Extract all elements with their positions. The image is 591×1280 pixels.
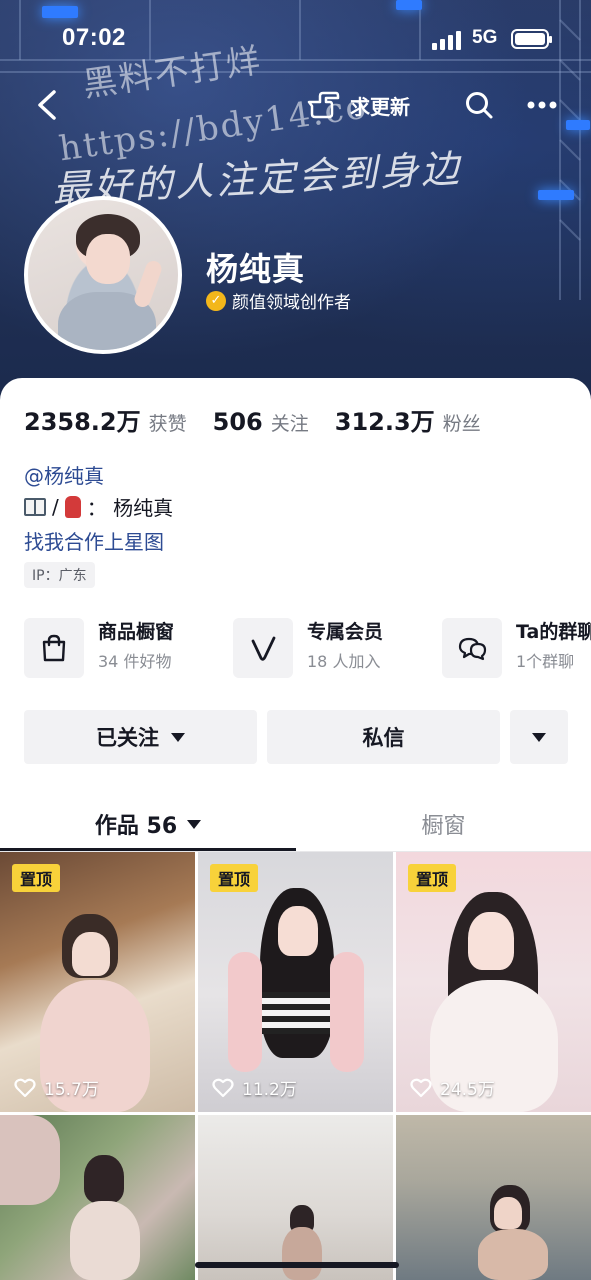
shopping-bag-icon [42, 634, 66, 662]
verified-check-icon: ✓ [206, 290, 226, 311]
pinned-badge: 置顶 [408, 864, 457, 892]
content-tabs: 作品 56 橱窗 [0, 800, 591, 852]
feature-subtitle: 18 人加入 [307, 652, 381, 671]
creator-tag[interactable]: ✓ 颜值领域创作者 [206, 288, 351, 313]
bio-business-link[interactable]: 找我合作上星图 [24, 526, 164, 555]
creator-label: 颜值领域创作者 [232, 293, 351, 313]
message-button[interactable]: 私信 [267, 710, 500, 764]
stat-value: 2358.2万 [24, 408, 141, 436]
like-count-value: 11.2万 [242, 1080, 297, 1100]
book-emoji-icon [24, 497, 46, 516]
stat-likes[interactable]: 2358.2万 获赞 [24, 402, 187, 437]
stage-light [566, 120, 590, 130]
more-options-icon[interactable] [526, 94, 558, 116]
feature-subtitle: 34 件好物 [98, 652, 172, 671]
feature-group-chat[interactable]: Ta的群聊 1个群聊 [442, 618, 591, 682]
video-thumbnail[interactable]: 置顶 15.7万 [0, 852, 195, 1112]
bio-separator: / [52, 494, 59, 519]
status-time: 07:02 [62, 24, 126, 51]
profile-name: 杨纯真 [206, 250, 306, 288]
feature-title: 商品橱窗 [98, 621, 175, 643]
heart-icon [410, 1078, 432, 1097]
like-count-value: 24.5万 [440, 1080, 495, 1100]
following-button[interactable]: 已关注 [24, 710, 257, 764]
stat-label: 粉丝 [442, 413, 481, 435]
more-actions-button[interactable] [510, 710, 568, 764]
network-type: 5G [472, 27, 498, 48]
bio-text: ： 杨纯真 [86, 496, 174, 520]
home-indicator[interactable] [195, 1262, 399, 1268]
like-count: 11.2万 [212, 1075, 297, 1100]
stat-label: 获赞 [148, 413, 187, 435]
stage-light [538, 190, 574, 200]
back-arrow-icon[interactable] [34, 88, 62, 122]
bio-line: / ： 杨纯真 [24, 492, 173, 521]
caret-down-icon [532, 732, 546, 742]
status-bar: 07:02 5G [0, 20, 591, 60]
request-update-button[interactable]: 求更新 [306, 86, 410, 124]
tab-label: 作品 56 [94, 814, 178, 839]
pinned-badge: 置顶 [210, 864, 259, 892]
pointing-hand-icon [307, 91, 340, 119]
stat-label: 关注 [270, 413, 309, 435]
ip-location-badge: IP：广东 [24, 562, 95, 588]
feature-title: Ta的群聊 [516, 621, 591, 643]
feature-title: 专属会员 [307, 621, 384, 643]
heart-icon [14, 1078, 36, 1097]
feature-entries: 商品橱窗 34 件好物 专属会员 18 人加入 Ta的群聊 1个群聊 [24, 618, 591, 682]
request-update-label: 求更新 [350, 94, 410, 119]
tab-shop-window[interactable]: 橱窗 [296, 800, 591, 848]
avatar[interactable] [24, 196, 182, 354]
group-chat-icon [458, 637, 487, 661]
stat-value: 506 [212, 408, 263, 436]
pinned-badge: 置顶 [12, 864, 61, 892]
feature-shop-window[interactable]: 商品橱窗 34 件好物 [24, 618, 174, 682]
like-count: 24.5万 [410, 1075, 495, 1100]
feature-subtitle: 1个群聊 [516, 652, 575, 671]
stat-followers[interactable]: 312.3万 粉丝 [335, 402, 481, 437]
stage-light [42, 6, 78, 18]
profile-banner: 黑料不打烊 https://bdy14.co 最好的人注定会到身边 07:02 … [0, 0, 591, 410]
video-thumbnail[interactable] [0, 1115, 195, 1280]
like-count-value: 15.7万 [44, 1080, 99, 1100]
bio-mention-link[interactable]: @杨纯真 [24, 460, 104, 489]
tab-works[interactable]: 作品 56 [0, 800, 296, 848]
battery-icon [511, 29, 552, 49]
video-thumbnail[interactable] [198, 1115, 393, 1280]
video-thumbnail[interactable] [396, 1115, 591, 1280]
scarf-emoji-icon [64, 495, 81, 518]
video-thumbnail[interactable]: 置顶 11.2万 [198, 852, 393, 1112]
profile-stats: 2358.2万 获赞 506 关注 312.3万 粉丝 [24, 402, 507, 437]
profile-actions: 已关注 私信 [24, 710, 568, 764]
stage-light [396, 0, 422, 10]
stat-following[interactable]: 506 关注 [213, 408, 309, 436]
following-label: 已关注 [96, 726, 159, 750]
heart-icon [212, 1078, 234, 1097]
video-grid: 置顶 15.7万 置顶 11.2万 置顶 24.5万 [0, 852, 591, 1280]
cellular-signal-icon [432, 30, 464, 50]
video-thumbnail[interactable]: 置顶 24.5万 [396, 852, 591, 1112]
vip-v-icon [251, 636, 276, 661]
search-icon[interactable] [464, 90, 494, 120]
message-label: 私信 [362, 726, 405, 750]
caret-down-icon [171, 732, 185, 742]
feature-membership[interactable]: 专属会员 18 人加入 [233, 618, 383, 682]
tab-label: 橱窗 [421, 814, 466, 839]
stat-value: 312.3万 [334, 408, 435, 436]
like-count: 15.7万 [14, 1075, 99, 1100]
caret-down-icon [187, 819, 202, 829]
